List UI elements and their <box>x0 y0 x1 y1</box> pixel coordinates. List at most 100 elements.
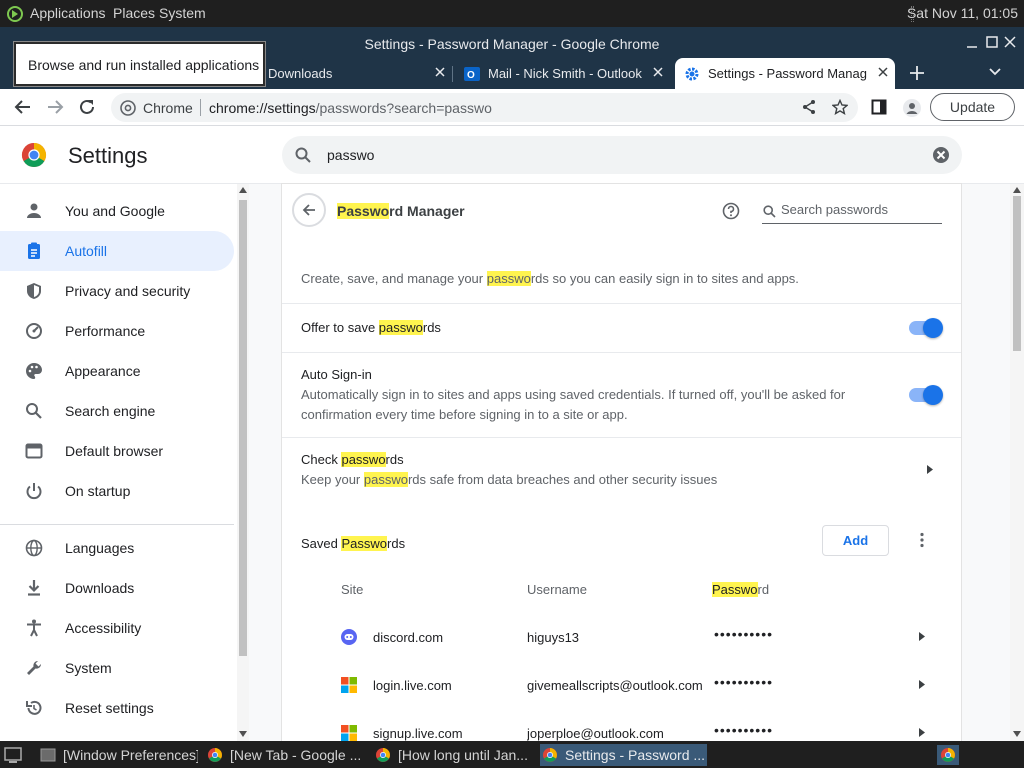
speedometer-icon <box>25 322 43 340</box>
password-row[interactable]: signup.live.com joperploe@outlook.com ••… <box>282 710 961 741</box>
side-panel-icon[interactable] <box>871 99 887 115</box>
taskbar-item-label: [How long until Jan... <box>398 747 528 763</box>
check-passwords-row[interactable]: Check passwords Keep your passwords safe… <box>282 438 961 498</box>
sidebar-item-label: Autofill <box>65 243 108 259</box>
back-button[interactable] <box>292 193 326 227</box>
back-icon[interactable] <box>14 98 32 116</box>
chrome-icon <box>542 747 558 763</box>
auto-signin-toggle[interactable] <box>909 385 943 405</box>
more-vert-icon[interactable] <box>919 532 925 548</box>
sidebar-item-performance[interactable]: Performance <box>0 311 234 351</box>
sidebar-item-downloads[interactable]: Downloads <box>0 568 234 608</box>
taskbar-item-window-preferences[interactable]: [Window Preferences] <box>38 744 198 766</box>
sidebar-item-you-and-google[interactable]: You and Google <box>0 191 234 231</box>
microsoft-icon <box>341 725 357 741</box>
taskbar-item-label: [New Tab - Google ... <box>230 747 362 763</box>
sidebar-item-search-engine[interactable]: Search engine <box>0 391 234 431</box>
outlook-icon: O <box>464 66 480 82</box>
sidebar-item-default-browser[interactable]: Default browser <box>0 431 234 471</box>
tab-outlook-mail[interactable]: O Mail - Nick Smith - Outlook <box>455 58 670 89</box>
chevron-right-icon <box>927 465 933 474</box>
sidebar-item-system[interactable]: System <box>0 648 234 688</box>
divider <box>282 352 961 353</box>
offer-save-toggle[interactable] <box>909 318 943 338</box>
sidebar-item-reset-settings[interactable]: Reset settings <box>0 688 234 728</box>
address-bar[interactable]: Chrome chrome://settings/passwords?searc… <box>111 93 858 122</box>
search-icon <box>763 205 776 218</box>
taskbar-item-settings-password[interactable]: Settings - Password ... <box>540 744 707 766</box>
reload-icon[interactable] <box>78 98 96 116</box>
tab-settings-password[interactable]: Settings - Password Manag <box>675 58 895 89</box>
sidebar-scrollbar[interactable] <box>237 184 249 741</box>
main-scrollbar[interactable] <box>1010 184 1024 741</box>
password-row[interactable]: login.live.com givemeallscripts@outlook.… <box>282 662 961 710</box>
menu-system[interactable]: System <box>159 5 206 21</box>
taskbar-item-how-long[interactable]: [How long until Jan... <box>373 744 536 766</box>
search-passwords-field[interactable]: Search passwords <box>762 200 942 224</box>
column-header-site: Site <box>341 582 364 597</box>
chevron-right-icon[interactable] <box>919 632 925 641</box>
settings-search-field[interactable]: passwo <box>282 136 962 174</box>
minimize-icon[interactable] <box>966 36 978 48</box>
settings-sidebar: You and Google Autofill Privacy and secu… <box>0 184 249 741</box>
close-window-icon[interactable] <box>1004 36 1016 48</box>
show-desktop-icon[interactable] <box>4 747 22 763</box>
menu-applications[interactable]: Applications <box>30 5 106 21</box>
os-top-panel: Applications Places System Sat Nov 11, 0… <box>0 0 1024 27</box>
main-scrollbar-thumb[interactable] <box>1013 196 1021 351</box>
sidebar-item-label: Languages <box>65 540 135 556</box>
browser-icon <box>25 442 43 460</box>
tray-chrome-icon[interactable] <box>937 745 959 765</box>
check-passwords-desc: Keep your passwords safe from data breac… <box>301 472 718 487</box>
sidebar-item-on-startup[interactable]: On startup <box>0 471 234 511</box>
forward-icon[interactable] <box>46 98 64 116</box>
password-row[interactable]: discord.com higuys13 •••••••••• <box>282 614 961 662</box>
sidebar-item-privacy[interactable]: Privacy and security <box>0 271 234 311</box>
maximize-icon[interactable] <box>986 36 998 48</box>
tab-label: Mail - Nick Smith - Outlook <box>488 66 642 81</box>
settings-gear-icon <box>684 66 700 82</box>
clear-search-icon[interactable] <box>932 146 950 164</box>
accessibility-icon <box>25 619 43 637</box>
chevron-right-icon[interactable] <box>919 680 925 689</box>
search-icon <box>294 146 312 164</box>
taskbar-item-new-tab[interactable]: [New Tab - Google ... <box>205 744 370 766</box>
os-logo-icon[interactable] <box>6 5 24 23</box>
url-text[interactable]: chrome://settings/passwords?search=passw… <box>209 100 492 116</box>
tab-search-chevron-icon[interactable] <box>989 67 1001 77</box>
password-username: givemeallscripts@outlook.com <box>527 678 703 693</box>
password-manager-description: Create, save, and manage your passwords … <box>301 271 799 286</box>
power-icon <box>25 482 43 500</box>
close-tab-icon[interactable] <box>652 66 664 78</box>
add-password-button[interactable]: Add <box>822 525 889 556</box>
menu-places[interactable]: Places <box>113 5 155 21</box>
site-label: Chrome <box>143 100 193 116</box>
close-tab-icon[interactable] <box>434 66 446 78</box>
bookmark-star-icon[interactable] <box>832 99 848 115</box>
password-manager-card: Password Manager Search passwords Create… <box>282 184 961 741</box>
help-icon[interactable] <box>722 202 740 220</box>
tab-label: Downloads <box>268 66 333 81</box>
sidebar-item-languages[interactable]: Languages <box>0 528 234 568</box>
profile-avatar-icon[interactable] <box>903 99 921 117</box>
chevron-right-icon[interactable] <box>919 728 925 737</box>
new-tab-icon[interactable] <box>909 65 925 81</box>
sidebar-item-appearance[interactable]: Appearance <box>0 351 234 391</box>
update-button[interactable]: Update <box>930 93 1015 121</box>
reset-icon <box>25 699 43 717</box>
settings-header: Settings passwo <box>0 126 1024 184</box>
share-icon[interactable] <box>801 99 817 115</box>
tab-downloads[interactable]: Downloads <box>262 58 453 89</box>
chrome-site-icon[interactable] <box>120 100 136 116</box>
sidebar-item-label: System <box>65 660 112 676</box>
taskbar-item-label: Settings - Password ... <box>565 747 706 763</box>
globe-icon <box>25 539 43 557</box>
sidebar-item-accessibility[interactable]: Accessibility <box>0 608 234 648</box>
clock[interactable]: Sat Nov 11, 01:05 <box>907 5 1018 21</box>
password-site: discord.com <box>373 630 444 645</box>
sidebar-scrollbar-thumb[interactable] <box>239 200 247 656</box>
settings-search-value: passwo <box>327 147 375 163</box>
close-tab-icon[interactable] <box>877 66 889 78</box>
auto-signin-desc-line1: Automatically sign in to sites and apps … <box>301 387 846 402</box>
sidebar-item-autofill[interactable]: Autofill <box>0 231 234 271</box>
